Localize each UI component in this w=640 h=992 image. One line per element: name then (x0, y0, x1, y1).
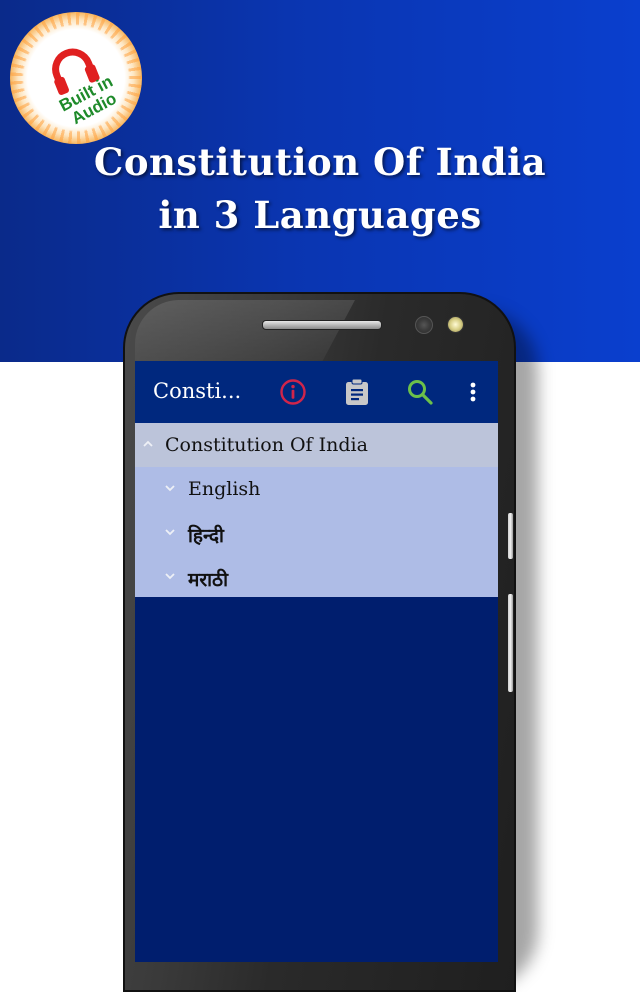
chevron-down-icon[interactable] (163, 525, 177, 539)
tree-item-english[interactable]: English (135, 467, 498, 511)
clipboard-icon[interactable] (343, 378, 371, 406)
chevron-up-icon[interactable] (141, 437, 155, 451)
app-title: Consti... (153, 379, 242, 403)
chevron-down-icon[interactable] (163, 481, 177, 495)
app-screen: Consti... Constitution Of India English … (135, 361, 498, 962)
more-vert-icon[interactable] (465, 378, 481, 406)
volume-button (508, 594, 513, 692)
info-icon[interactable] (279, 378, 307, 406)
tree-item-label: मराठी (188, 569, 229, 591)
tree-item-label: Constitution Of India (165, 434, 368, 456)
headline-line1: Constitution Of India (93, 140, 547, 184)
tree-item-hindi[interactable]: हिन्दी (135, 511, 498, 555)
tree-item-label: हिन्दी (188, 525, 224, 547)
phone-speaker (262, 320, 382, 330)
tree-item-marathi[interactable]: मराठी (135, 555, 498, 597)
front-camera (415, 316, 433, 334)
front-flash (447, 316, 464, 333)
built-in-audio-badge: Built in Audio (10, 12, 142, 144)
chevron-down-icon[interactable] (163, 569, 177, 583)
search-icon[interactable] (406, 378, 434, 406)
headline-line2: in 3 Languages (158, 193, 482, 237)
app-toolbar: Consti... (135, 361, 498, 423)
tree-item-label: English (188, 478, 261, 500)
phone-gloss (135, 300, 355, 362)
tree-item-constitution[interactable]: Constitution Of India (135, 423, 498, 467)
power-button (508, 513, 513, 559)
